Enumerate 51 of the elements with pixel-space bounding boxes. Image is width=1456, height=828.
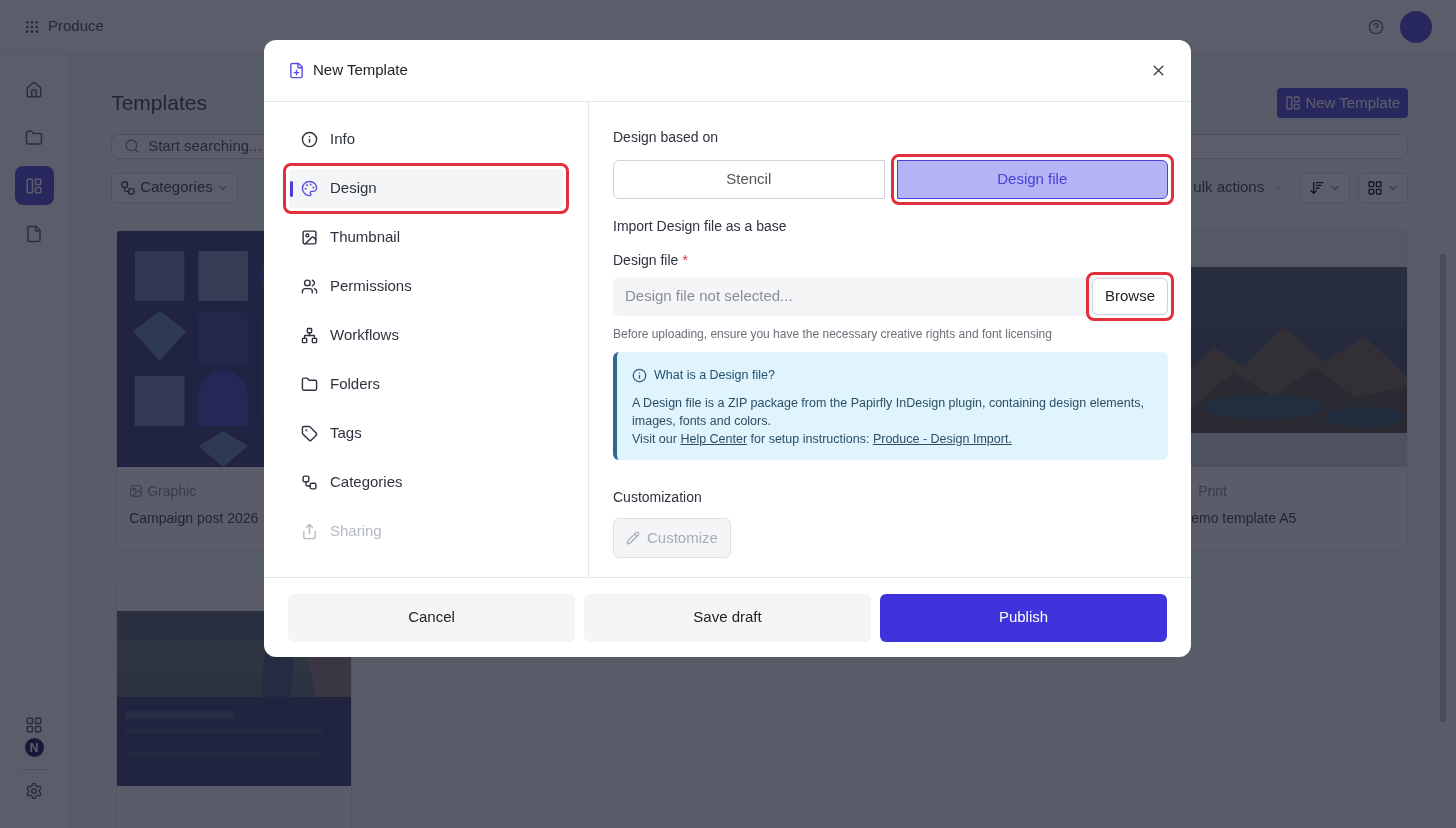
nav-item[interactable]: Categories [289, 463, 563, 502]
nav-label: Tags [330, 423, 362, 444]
users-icon [301, 278, 318, 295]
nav-label: Thumbnail [330, 227, 401, 248]
toggle-option[interactable]: Stencil [613, 160, 885, 199]
hierarchy-icon [301, 474, 318, 491]
section-label: Design based on [613, 128, 720, 147]
info-links-text: Visit our Help Center for setup instructions: Produce - Design Import. [632, 430, 1013, 448]
image-icon [301, 229, 318, 246]
nav-label: Workflows [330, 325, 399, 346]
card-title: Campaign post 2026 [129, 508, 260, 528]
palette-icon [301, 180, 318, 197]
tag-icon [301, 425, 318, 442]
nav-label: Categories [330, 472, 403, 493]
publish-button[interactable]: Publish [880, 593, 1167, 642]
nav-item[interactable]: Design [289, 169, 563, 208]
nav-label: Info [330, 129, 356, 150]
share-icon [301, 523, 318, 540]
selection-bar [290, 181, 293, 197]
nav-item[interactable]: Workflows [289, 316, 563, 355]
info-text: A Design file is a ZIP package from the Papirfly InDesign plugin, containing design elements, images, fonts and colors. [632, 394, 1145, 430]
section-label: Customization [613, 487, 703, 507]
nav-item[interactable]: Thumbnail [289, 218, 563, 257]
nav-item[interactable]: Info [289, 120, 563, 159]
nav-item[interactable]: Folders [289, 365, 563, 404]
dialog-title: New Template [313, 60, 408, 81]
nav-item[interactable]: Tags [289, 414, 563, 453]
browse-button[interactable]: Browse [1091, 278, 1168, 315]
page-title: Templates [111, 90, 207, 117]
section-heading: Import Design file as a base [613, 217, 788, 236]
nav-label: Folders [330, 374, 381, 395]
help-link[interactable]: Help Center [680, 431, 748, 446]
pencil-icon [626, 530, 640, 545]
footer-button[interactable]: Save draft [584, 593, 871, 642]
footer-button[interactable]: Cancel [288, 593, 575, 642]
info-icon [301, 131, 318, 148]
info-title: What is a Design file? [654, 367, 775, 384]
file-plus-icon [288, 62, 305, 79]
folder-icon [301, 376, 318, 393]
toggle-option[interactable]: Design file [896, 160, 1168, 199]
card-title: emo template A5 [1190, 508, 1298, 528]
required-mark: * [682, 251, 688, 270]
field-label: Design file [613, 251, 679, 270]
helper-text: Before uploading, ensure you have the necessary creative rights and font licensing [613, 326, 1053, 343]
hierarchy-icon [301, 327, 318, 344]
nav-label: Sharing [330, 521, 382, 542]
nav-item[interactable]: Permissions [289, 267, 563, 306]
nav-label: Design [330, 178, 377, 199]
info-icon [632, 367, 647, 383]
nav-label: Permissions [330, 276, 412, 297]
help-link[interactable]: Produce - Design Import. [872, 431, 1012, 446]
